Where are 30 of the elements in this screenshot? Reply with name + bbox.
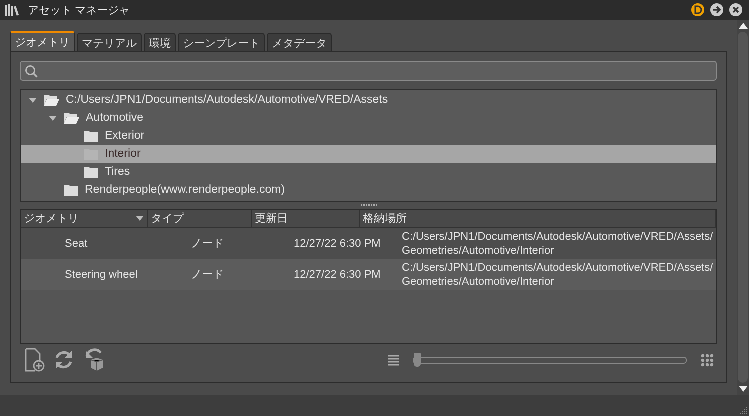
tab[interactable]: メタデータ (267, 33, 332, 51)
window-title: アセット マネージャ (28, 4, 130, 18)
tab[interactable]: 環境 (144, 33, 176, 51)
table-cell-text: C:/Users/JPN1/Documents/Autodesk/Automotive/VRED/Assets/ Geometries/Automotive/Interior (401, 230, 714, 258)
tree-item-label: Renderpeople(www.renderpeople.com) (85, 184, 286, 196)
table-cell-text: ノード (190, 268, 225, 283)
tab[interactable]: ジオメトリ (10, 31, 75, 51)
tree-item[interactable]: Tires (21, 163, 716, 181)
tree-item[interactable]: Automotive (21, 109, 716, 127)
table-cell-text: Seat (64, 236, 89, 252)
table-cell-text: 12/27/22 6:30 PM (293, 236, 382, 252)
tab[interactable]: シーンプレート (178, 33, 265, 51)
tab[interactable]: マテリアル (77, 33, 142, 51)
tree-item[interactable]: Renderpeople(www.renderpeople.com) (21, 181, 716, 199)
table-cell-text: 12/27/22 6:30 PM (293, 268, 382, 282)
table-cell-text: ノード (190, 237, 225, 252)
tree-item-label: Tires (105, 166, 130, 178)
table-cell-text: Steering wheel (64, 268, 139, 282)
tree-item[interactable]: Interior (21, 145, 716, 163)
tree-item-label: Exterior (105, 130, 145, 142)
column-header[interactable]: ジオメトリ (21, 210, 148, 227)
tree-item-label: C:/Users/JPN1/Documents/Autodesk/Automotive/VRED/Assets (66, 94, 388, 106)
tree-item[interactable]: Exterior (21, 127, 716, 145)
tree-item-label: Automotive (86, 112, 144, 124)
tree-item[interactable]: C:/Users/JPN1/Documents/Autodesk/Automotive/VRED/Assets (21, 91, 716, 109)
column-header[interactable]: 格納場所 (360, 210, 716, 227)
tree-item-label: Interior (105, 148, 141, 160)
column-header[interactable]: 更新日 (252, 210, 360, 227)
column-header[interactable]: タイプ (148, 210, 252, 227)
table-cell-text: C:/Users/JPN1/Documents/Autodesk/Automotive/VRED/Assets/ Geometries/Automotive/Interior (401, 260, 714, 290)
